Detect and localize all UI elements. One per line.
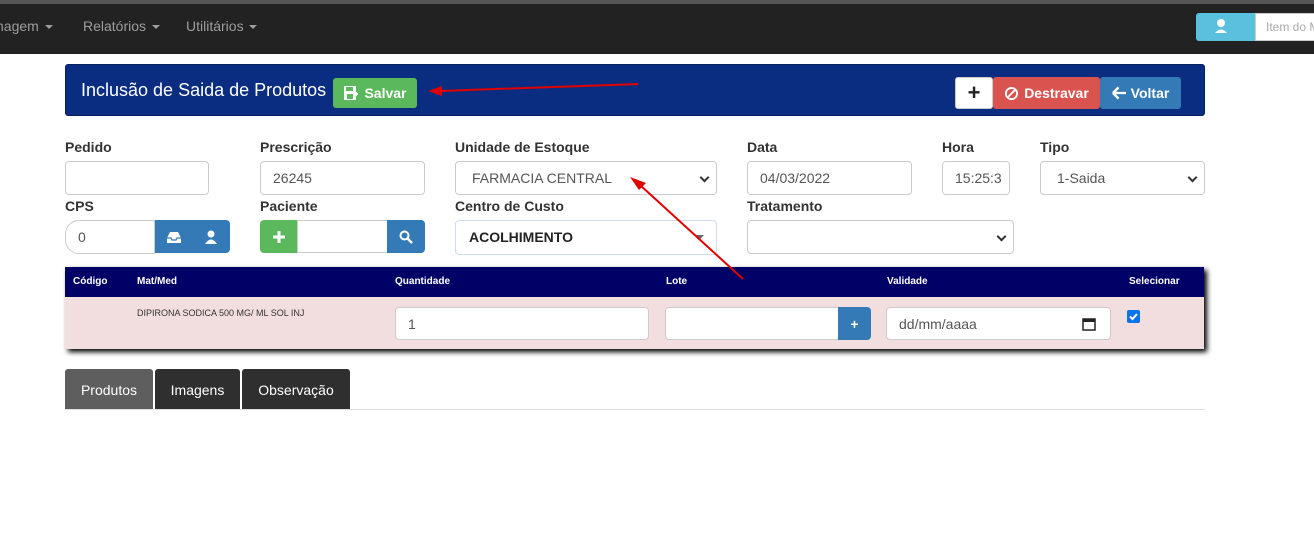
column-header-quantidade: Quantidade <box>395 276 451 287</box>
data-label: Data <box>747 139 778 155</box>
table-header: Código Mat/Med Quantidade Lote Validade … <box>65 267 1204 297</box>
save-icon <box>344 86 359 100</box>
table-row: DIPIRONA SODICA 500 MG/ ML SOL INJ 1 + d… <box>65 297 1204 349</box>
item-search-input[interactable]: Item do M <box>1255 13 1314 41</box>
cps-label: CPS <box>65 198 94 214</box>
caret-down-icon <box>151 25 160 30</box>
add-button[interactable]: + <box>955 77 993 109</box>
chevron-down-icon <box>699 172 710 183</box>
tab-produtos[interactable]: Produtos <box>65 369 153 410</box>
add-patient-button[interactable] <box>260 220 298 253</box>
calendar-icon[interactable] <box>1082 317 1096 331</box>
column-header-lote: Lote <box>666 276 688 287</box>
quantidade-input[interactable]: 1 <box>395 307 649 340</box>
tipo-select[interactable]: 1-Saida <box>1040 161 1205 195</box>
caret-down-icon <box>249 25 258 30</box>
save-button[interactable]: Salvar <box>333 78 417 108</box>
inbox-icon <box>166 231 181 243</box>
unlock-button[interactable]: Destravar <box>993 77 1100 109</box>
search-patient-button[interactable] <box>387 220 425 253</box>
inbox-button[interactable] <box>155 220 192 253</box>
tipo-label: Tipo <box>1040 139 1070 155</box>
unidade-estoque-label: Unidade de Estoque <box>455 139 590 155</box>
tratamento-label: Tratamento <box>747 198 823 214</box>
patient-lookup-button[interactable] <box>192 220 230 253</box>
validade-date-input[interactable]: dd/mm/aaaa <box>886 307 1111 340</box>
hora-label: Hora <box>942 139 974 155</box>
nav-item-relatorios[interactable]: Relatórios <box>83 18 160 34</box>
prescricao-label: Prescrição <box>260 139 332 155</box>
prescricao-input[interactable]: 26245 <box>260 161 425 195</box>
caret-down-icon <box>696 235 704 239</box>
arrow-left-icon <box>1111 86 1126 100</box>
tab-divider <box>65 409 1205 410</box>
paciente-label: Paciente <box>260 198 318 214</box>
column-header-validade: Validade <box>887 276 928 287</box>
chevron-down-icon <box>1187 172 1198 183</box>
tratamento-select[interactable] <box>747 220 1014 254</box>
user-button[interactable] <box>1196 13 1255 41</box>
cps-input[interactable]: 0 <box>65 220 155 254</box>
products-table: Código Mat/Med Quantidade Lote Validade … <box>65 267 1204 349</box>
checkmark-icon <box>1129 313 1138 321</box>
plus-icon <box>273 230 285 243</box>
page-title: Inclusão de Saida de Produtos <box>81 80 327 100</box>
add-lote-button[interactable]: + <box>838 307 871 340</box>
paciente-input[interactable] <box>297 220 388 253</box>
tab-observacao[interactable]: Observação <box>242 369 350 410</box>
column-header-codigo: Código <box>73 276 108 287</box>
pedido-label: Pedido <box>65 139 112 155</box>
search-icon <box>399 230 413 244</box>
user-icon <box>205 230 217 244</box>
back-button[interactable]: Voltar <box>1100 77 1181 109</box>
column-header-selecionar: Selecionar <box>1129 276 1180 287</box>
unidade-estoque-select[interactable]: FARMACIA CENTRAL <box>455 161 717 195</box>
data-input[interactable]: 04/03/2022 <box>747 161 912 195</box>
select-checkbox[interactable] <box>1127 310 1140 323</box>
column-header-matmed: Mat/Med <box>137 276 177 287</box>
centro-custo-select[interactable]: ACOLHIMENTO <box>455 220 717 255</box>
caret-down-icon <box>44 25 53 30</box>
tab-imagens[interactable]: Imagens <box>155 369 240 410</box>
centro-custo-label: Centro de Custo <box>455 198 564 214</box>
nav-item-utilitarios[interactable]: Utilitários <box>186 18 258 34</box>
hora-input[interactable]: 15:25:3 <box>942 161 1010 195</box>
lote-input[interactable] <box>665 307 839 340</box>
pedido-input[interactable] <box>65 161 209 195</box>
nav-item-nagem[interactable]: nagem <box>0 18 53 34</box>
ban-icon <box>1005 86 1019 100</box>
row-matmed: DIPIRONA SODICA 500 MG/ ML SOL INJ <box>137 308 305 318</box>
user-icon <box>1215 19 1227 33</box>
chevron-down-icon <box>996 231 1007 242</box>
